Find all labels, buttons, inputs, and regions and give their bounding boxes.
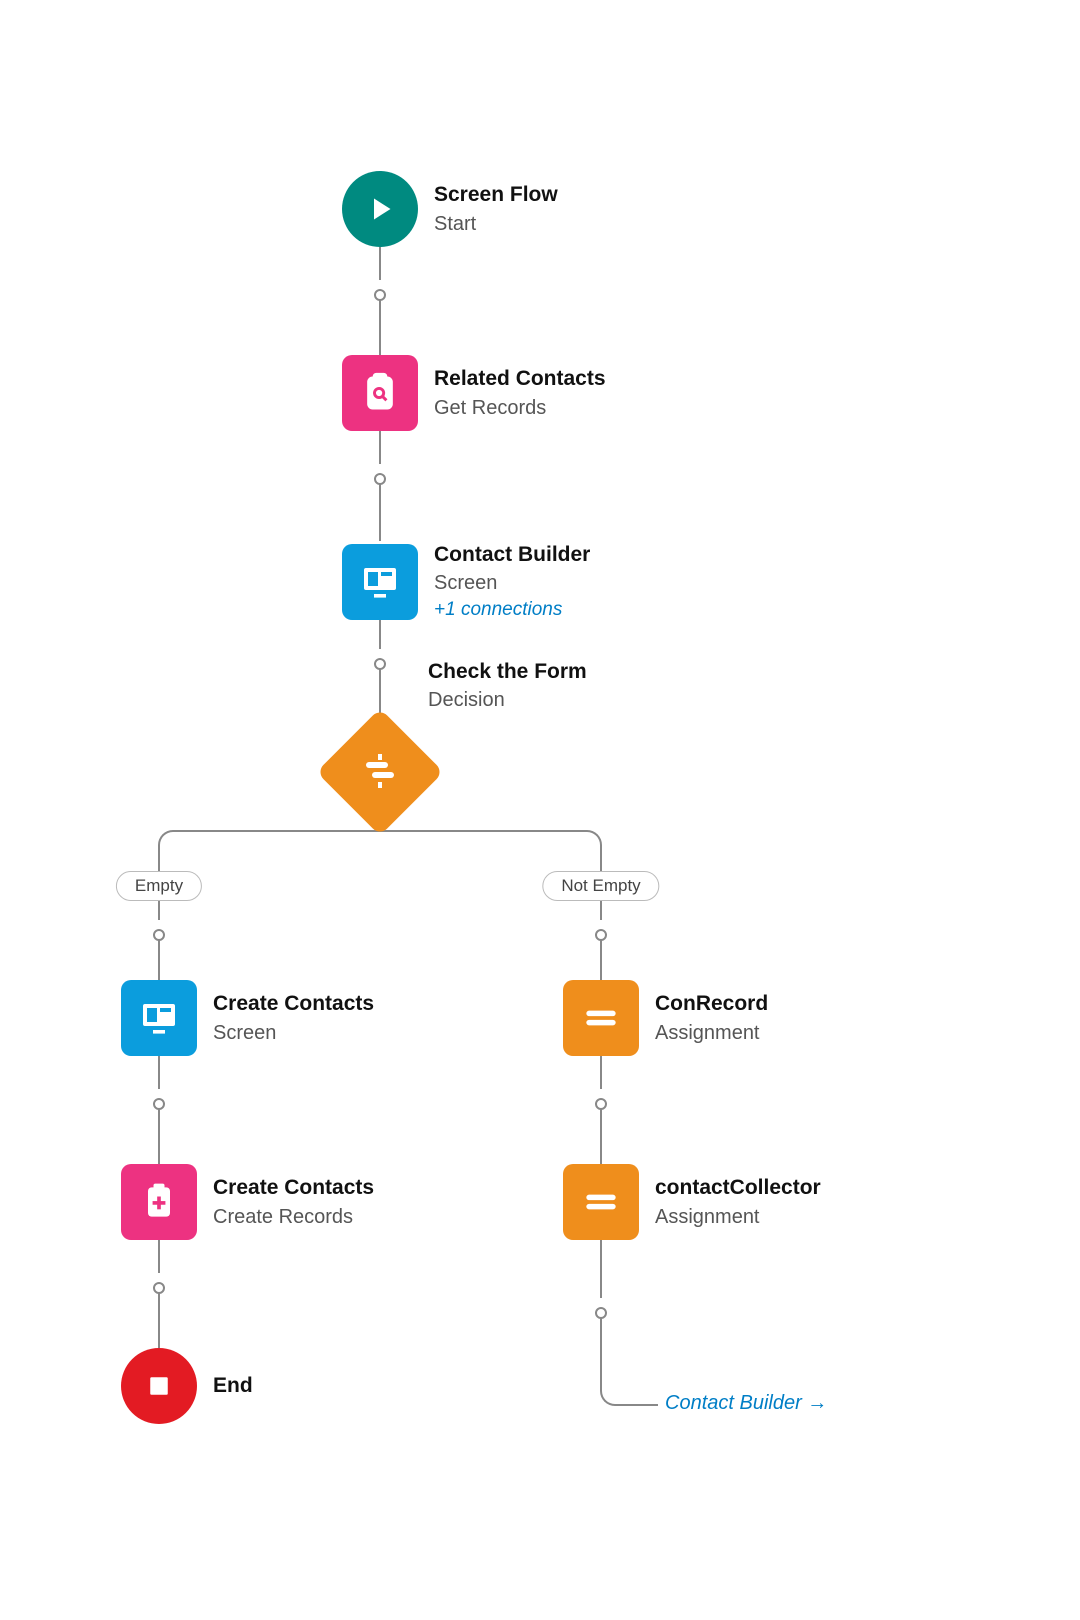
connector [379, 431, 381, 464]
node-title: Create Contacts [213, 990, 413, 1017]
connector [600, 940, 602, 980]
node-subtitle: Assignment [655, 1020, 855, 1046]
node-title: ConRecord [655, 990, 855, 1017]
end-node[interactable]: End [121, 1348, 413, 1424]
node-title: Screen Flow [434, 181, 634, 208]
create-records-node[interactable]: Create Contacts Create Records [121, 1164, 413, 1240]
connector-corner [600, 1376, 630, 1406]
connector [158, 1056, 160, 1089]
node-title: Contact Builder [434, 541, 634, 568]
node-labels: Contact Builder Screen +1 connections [434, 541, 634, 623]
assignment-icon [563, 980, 639, 1056]
connector [600, 1056, 602, 1089]
node-subtitle: Get Records [434, 395, 634, 421]
connector [600, 1109, 602, 1164]
clipboard-plus-icon [121, 1164, 197, 1240]
node-title: Check the Form [428, 658, 628, 685]
screen-icon [121, 980, 197, 1056]
connector [158, 1240, 160, 1273]
decision-node[interactable] [335, 727, 425, 817]
flow-canvas: Screen Flow Start Related Contacts Get R… [0, 0, 1080, 1620]
screen-icon [342, 544, 418, 620]
get-records-node[interactable]: Related Contacts Get Records [342, 355, 634, 431]
node-subtitle: Screen [213, 1020, 413, 1046]
node-extra[interactable]: +1 connections [434, 598, 634, 623]
node-title: End [213, 1372, 413, 1399]
conrecord-node[interactable]: ConRecord Assignment [563, 980, 855, 1056]
connector [158, 940, 160, 980]
contact-builder-node[interactable]: Contact Builder Screen +1 connections [342, 541, 634, 623]
node-subtitle: Start [434, 211, 634, 237]
connector [379, 247, 381, 280]
node-labels: Related Contacts Get Records [434, 365, 634, 420]
connector [600, 1240, 602, 1298]
node-labels: contactCollector Assignment [655, 1174, 855, 1229]
play-icon [342, 171, 418, 247]
connector-corner [158, 830, 188, 860]
loopback-link[interactable]: Contact Builder → [665, 1392, 827, 1415]
node-subtitle: Decision [428, 687, 628, 713]
assignment-icon [563, 1164, 639, 1240]
node-title: Create Contacts [213, 1174, 413, 1201]
clipboard-search-icon [342, 355, 418, 431]
connector [158, 1109, 160, 1164]
branch-label-not-empty[interactable]: Not Empty [542, 871, 659, 901]
node-title: contactCollector [655, 1174, 855, 1201]
node-labels: Create Contacts Create Records [213, 1174, 413, 1229]
contactcollector-node[interactable]: contactCollector Assignment [563, 1164, 855, 1240]
node-subtitle: Create Records [213, 1204, 413, 1230]
decision-icon [356, 748, 404, 796]
connector [628, 1404, 658, 1406]
node-labels: Create Contacts Screen [213, 990, 413, 1045]
connector [600, 1318, 602, 1378]
stop-icon [121, 1348, 197, 1424]
start-node[interactable]: Screen Flow Start [342, 171, 634, 247]
connector [158, 1293, 160, 1348]
node-labels: ConRecord Assignment [655, 990, 855, 1045]
branch-label-empty[interactable]: Empty [116, 871, 202, 901]
node-labels: Screen Flow Start [434, 181, 634, 236]
node-title: Related Contacts [434, 365, 634, 392]
decision-labels: Check the Form Decision [428, 658, 628, 713]
connector [379, 484, 381, 541]
node-subtitle: Screen [434, 570, 634, 596]
connector-corner [572, 830, 602, 860]
connector [379, 300, 381, 355]
node-labels: End [213, 1372, 413, 1399]
create-contacts-screen-node[interactable]: Create Contacts Screen [121, 980, 413, 1056]
node-subtitle: Assignment [655, 1204, 855, 1230]
